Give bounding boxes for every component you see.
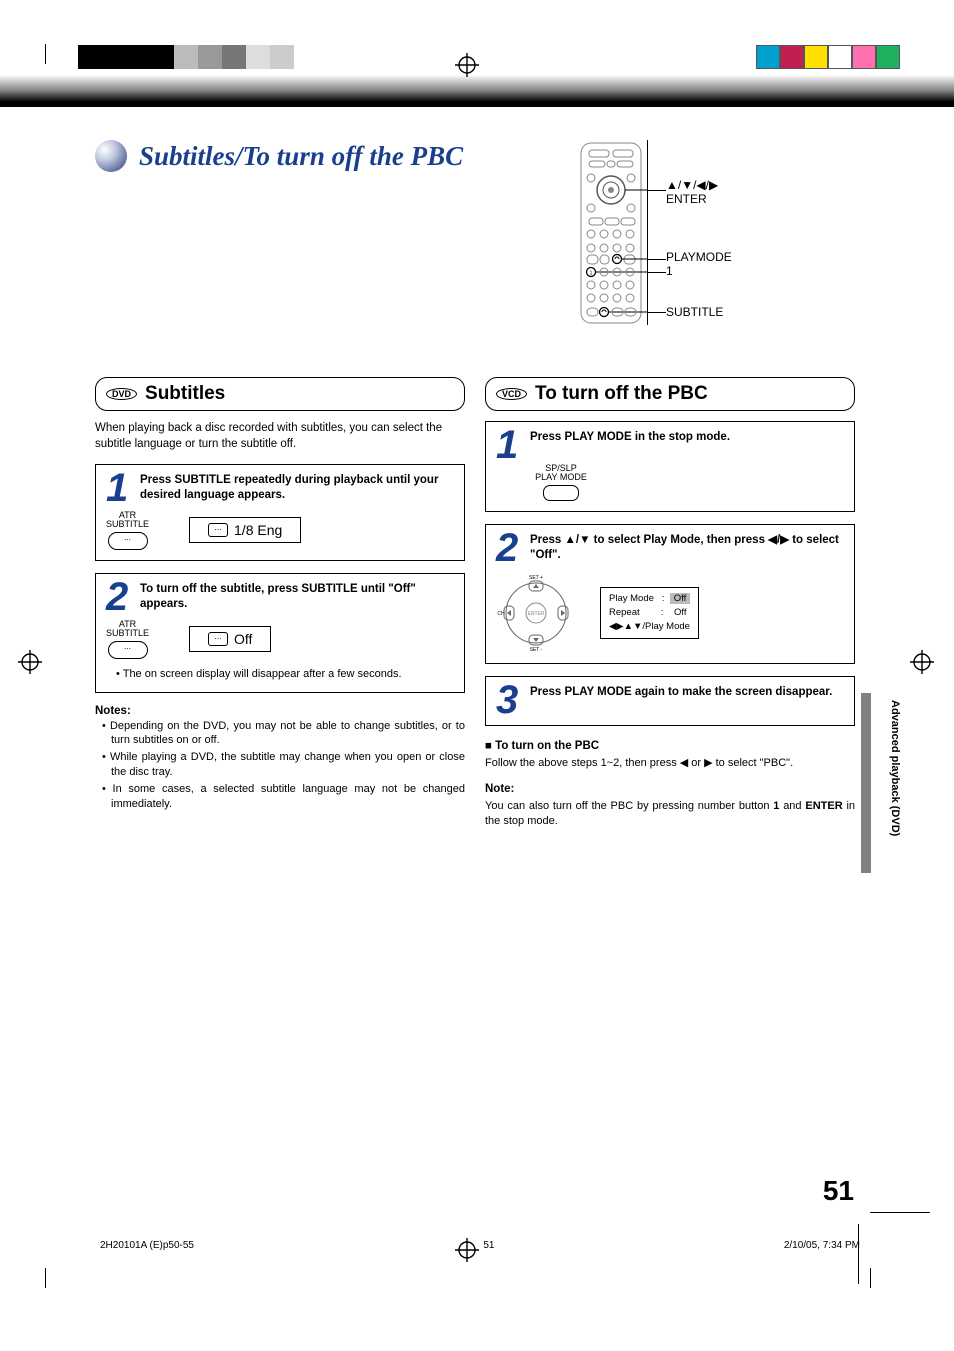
- subtitles-step-1: 1 Press SUBTITLE repeatedly during playb…: [95, 464, 465, 561]
- remote-label-enter: ENTER: [666, 192, 707, 206]
- subtitles-intro: When playing back a disc recorded with s…: [95, 421, 465, 452]
- remote-label-one: 1: [666, 264, 673, 278]
- pbc-heading: To turn off the PBC: [535, 383, 708, 405]
- svg-text:1: 1: [590, 271, 593, 277]
- subtitles-header: DVD Subtitles: [95, 377, 465, 411]
- footer-mid: 51: [483, 1240, 494, 1251]
- step-number-icon: 2: [496, 533, 522, 563]
- page-title-text: Subtitles/To turn off the PBC: [139, 141, 463, 172]
- remote-label-playmode: PLAYMODE: [666, 250, 732, 264]
- dots-icon: ⋯: [124, 537, 131, 544]
- svg-text:CH: CH: [497, 611, 505, 617]
- step2-text: To turn off the subtitle, press SUBTITLE…: [140, 582, 454, 612]
- step-number-icon: 1: [496, 430, 522, 460]
- dots-icon: ⋯: [124, 646, 131, 653]
- step-number-icon: 3: [496, 685, 522, 715]
- registration-mark-icon: [910, 650, 934, 674]
- svg-text:SET +: SET +: [529, 575, 543, 581]
- turn-on-heading: To turn on the PBC: [485, 740, 855, 752]
- note-body: You can also turn off the PBC by pressin…: [485, 799, 855, 829]
- svg-text:ENTER: ENTER: [528, 611, 545, 617]
- note-item: • While playing a DVD, the subtitle may …: [95, 750, 465, 780]
- gradient-band: [0, 73, 954, 107]
- subtitle-osd-icon: ⋯: [208, 632, 228, 646]
- side-tab-label: Advanced playback (DVD): [889, 700, 901, 836]
- turn-on-body: Follow the above steps 1~2, then press ◀…: [485, 756, 855, 771]
- registration-mark-icon: [455, 53, 479, 77]
- dpad-icon: ENTER SET + SET - CH: [496, 573, 576, 653]
- subtitles-heading: Subtitles: [145, 383, 225, 405]
- sphere-icon: [95, 140, 127, 172]
- step-number-icon: 1: [106, 473, 132, 503]
- registration-mark-icon: [18, 650, 42, 674]
- pbc-step1-text: Press PLAY MODE in the stop mode.: [530, 430, 844, 445]
- pbc-step3-text: Press PLAY MODE again to make the screen…: [530, 685, 844, 700]
- footer-right: 2/10/05, 7:34 PM: [784, 1240, 860, 1251]
- subtitles-section: DVD Subtitles When playing back a disc r…: [95, 377, 465, 828]
- note-item: • Depending on the DVD, you may not be a…: [95, 719, 465, 749]
- vcd-badge: VCD: [496, 388, 527, 400]
- note-item: • In some cases, a selected subtitle lan…: [95, 782, 465, 812]
- svg-text:SET -: SET -: [530, 647, 543, 653]
- pbc-step-1: 1 Press PLAY MODE in the stop mode. SP/S…: [485, 421, 855, 512]
- playmode-button-graphic: SP/SLP PLAY MODE: [526, 464, 596, 501]
- step2-afternote: • The on screen display will disappear a…: [106, 667, 454, 682]
- subtitles-step-2: 2 To turn off the subtitle, press SUBTIT…: [95, 573, 465, 693]
- pbc-step-2: 2 Press ▲/▼ to select Play Mode, then pr…: [485, 524, 855, 664]
- pbc-step2-text: Press ▲/▼ to select Play Mode, then pres…: [530, 533, 844, 563]
- osd-display: ⋯ Off: [189, 626, 271, 652]
- remote-label-subtitle: SUBTITLE: [666, 305, 723, 319]
- side-tab-rect: [861, 693, 871, 873]
- onscreen-menu: Play Mode : Off Repeat : Off ◀▶▲▼/Play M…: [600, 587, 699, 640]
- pbc-step-3: 3 Press PLAY MODE again to make the scre…: [485, 676, 855, 726]
- pbc-header: VCD To turn off the PBC: [485, 377, 855, 411]
- dvd-badge: DVD: [106, 388, 137, 400]
- remote-illustration: 1: [575, 140, 648, 325]
- subtitle-osd-icon: ⋯: [208, 523, 228, 537]
- notes-heading: Notes:: [95, 705, 465, 717]
- step-number-icon: 2: [106, 582, 132, 612]
- remote-label-arrows: ▲/▼/◀/▶: [666, 178, 718, 192]
- pbc-section: VCD To turn off the PBC 1 Press PLAY MOD…: [485, 377, 855, 828]
- note-heading: Note:: [485, 783, 855, 795]
- subtitle-button-graphic: ATR SUBTITLE ⋯: [106, 620, 149, 659]
- footer-left: 2H20101A (E)p50-55: [100, 1240, 194, 1251]
- page-number: 51: [823, 1175, 854, 1207]
- osd-display: ⋯ 1/8 Eng: [189, 517, 301, 543]
- footer: 2H20101A (E)p50-55 51 2/10/05, 7:34 PM: [100, 1240, 860, 1251]
- remote-diagram: 1 ▲/▼/◀/▶ ENTER PLAYMODE 1: [575, 140, 855, 335]
- step1-text: Press SUBTITLE repeatedly during playbac…: [140, 473, 454, 503]
- subtitle-button-graphic: ATR SUBTITLE ⋯: [106, 511, 149, 550]
